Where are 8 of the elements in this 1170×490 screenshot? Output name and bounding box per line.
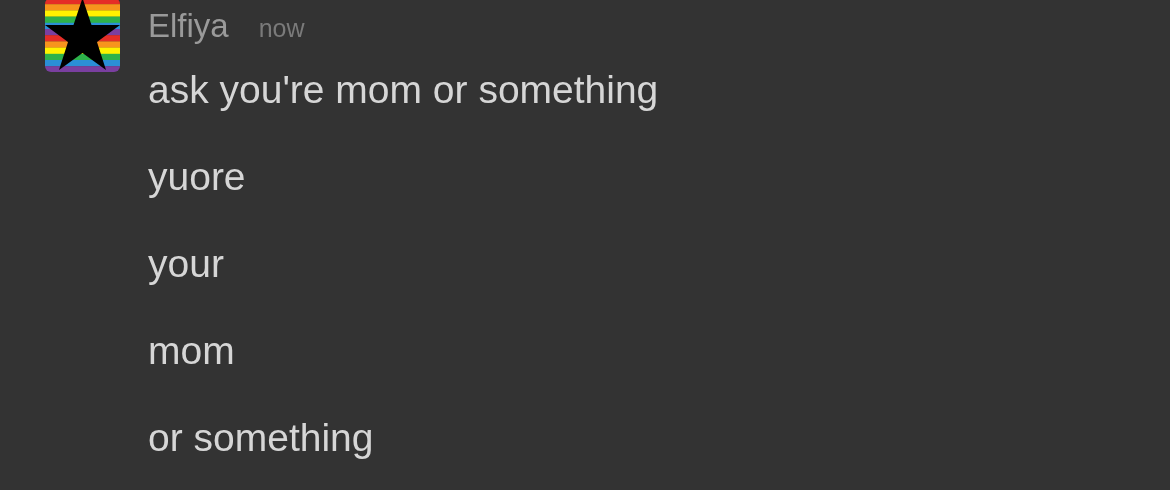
message-text: ask you're mom or something [148,67,659,113]
message-text: or something [148,415,375,461]
avatar-icon [45,0,120,72]
author-name: Elfiya [148,6,229,46]
message-text: mom [148,328,236,374]
message-text: yuore [148,154,247,200]
message-text: your [148,241,225,287]
message-time: now [258,13,305,44]
